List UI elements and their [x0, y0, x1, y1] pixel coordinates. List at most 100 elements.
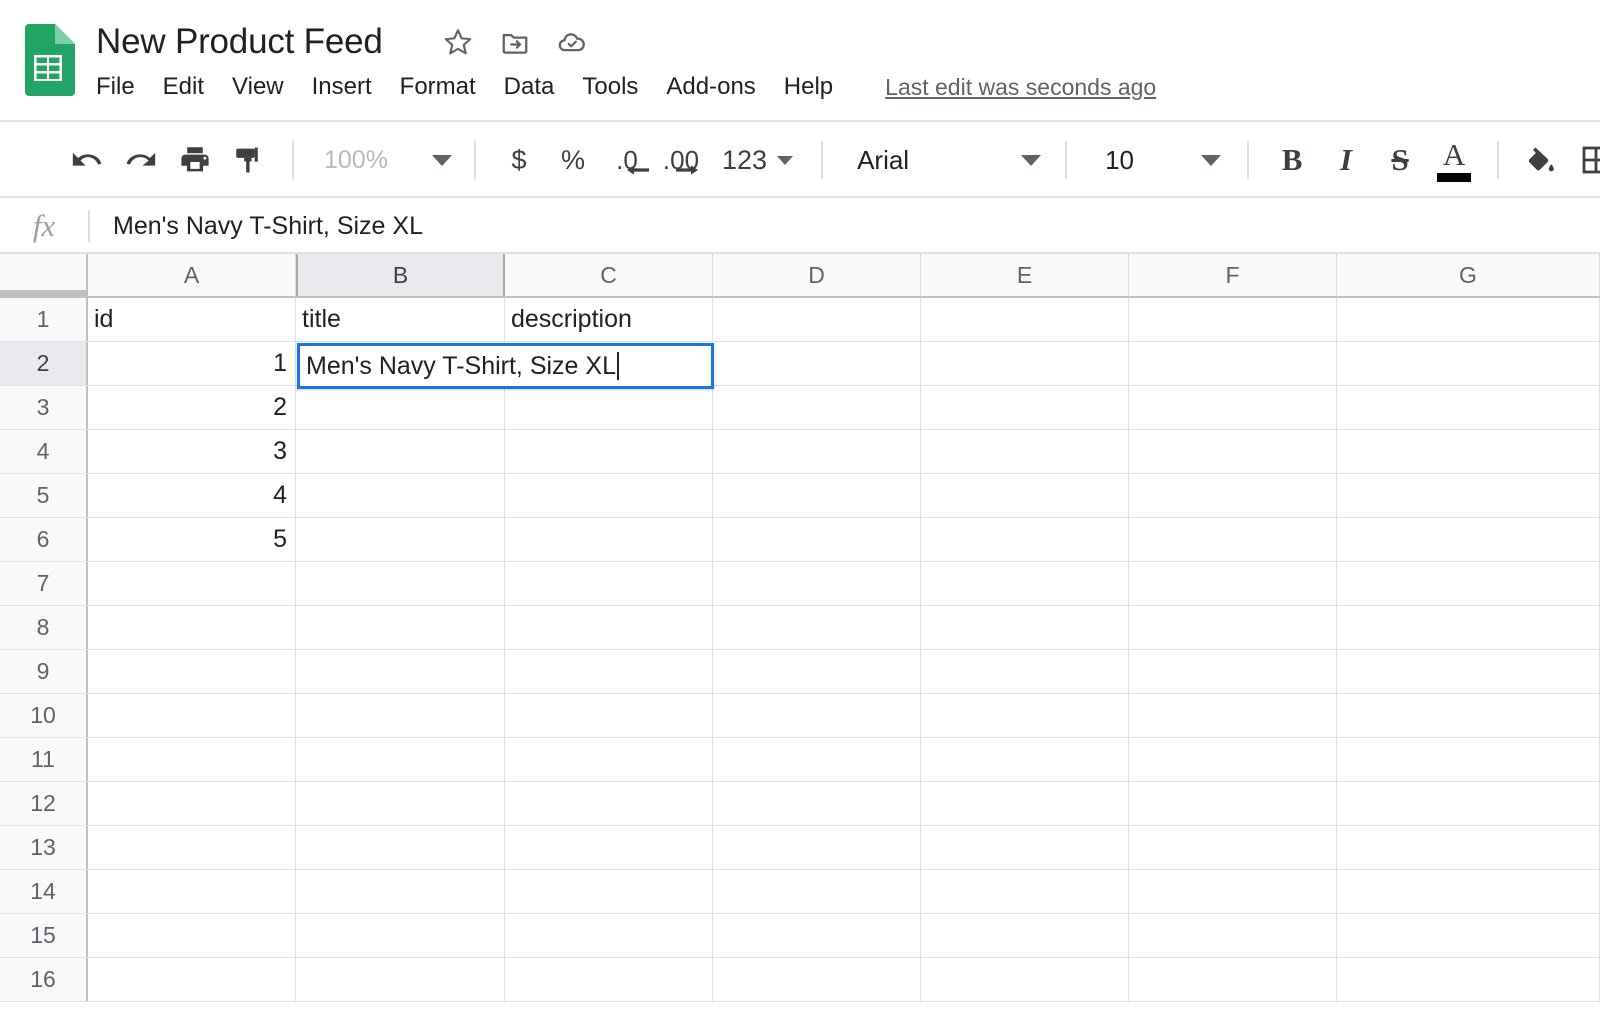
cell-E10[interactable] — [921, 694, 1129, 737]
cell-E6[interactable] — [921, 518, 1129, 561]
cell-B14[interactable] — [296, 870, 505, 913]
column-header-a[interactable]: A — [88, 254, 296, 296]
cell-C1[interactable]: description — [505, 298, 713, 341]
cell-G6[interactable] — [1337, 518, 1600, 561]
cell-F12[interactable] — [1129, 782, 1337, 825]
cell-B11[interactable] — [296, 738, 505, 781]
cell-B5[interactable] — [296, 474, 505, 517]
cell-B16[interactable] — [296, 958, 505, 1001]
percent-format-button[interactable]: % — [546, 133, 600, 187]
row-header-3[interactable]: 3 — [0, 386, 88, 429]
cloud-saved-icon[interactable] — [557, 27, 587, 57]
row-header-9[interactable]: 9 — [0, 650, 88, 693]
cell-F11[interactable] — [1129, 738, 1337, 781]
cell-E9[interactable] — [921, 650, 1129, 693]
bold-button[interactable]: B — [1265, 133, 1319, 187]
column-header-d[interactable]: D — [713, 254, 921, 296]
cell-F6[interactable] — [1129, 518, 1337, 561]
column-header-g[interactable]: G — [1337, 254, 1600, 296]
cell-C5[interactable] — [505, 474, 713, 517]
cell-D16[interactable] — [713, 958, 921, 1001]
cell-E3[interactable] — [921, 386, 1129, 429]
cell-C12[interactable] — [505, 782, 713, 825]
menu-item-edit[interactable]: Edit — [149, 71, 218, 103]
cell-F5[interactable] — [1129, 474, 1337, 517]
cell-A1[interactable]: id — [88, 298, 296, 341]
undo-icon[interactable] — [60, 133, 114, 187]
row-header-8[interactable]: 8 — [0, 606, 88, 649]
cell-E11[interactable] — [921, 738, 1129, 781]
cell-G12[interactable] — [1337, 782, 1600, 825]
row-header-7[interactable]: 7 — [0, 562, 88, 605]
column-header-e[interactable]: E — [921, 254, 1129, 296]
row-header-14[interactable]: 14 — [0, 870, 88, 913]
cell-G16[interactable] — [1337, 958, 1600, 1001]
cell-E12[interactable] — [921, 782, 1129, 825]
print-icon[interactable] — [168, 133, 222, 187]
cell-G13[interactable] — [1337, 826, 1600, 869]
cell-E16[interactable] — [921, 958, 1129, 1001]
column-header-c[interactable]: C — [505, 254, 713, 296]
cell-F10[interactable] — [1129, 694, 1337, 737]
menu-item-format[interactable]: Format — [386, 71, 490, 103]
cell-D1[interactable] — [713, 298, 921, 341]
cell-B7[interactable] — [296, 562, 505, 605]
cell-A4[interactable]: 3 — [88, 430, 296, 473]
cell-C8[interactable] — [505, 606, 713, 649]
cell-C15[interactable] — [505, 914, 713, 957]
cell-E4[interactable] — [921, 430, 1129, 473]
cell-C7[interactable] — [505, 562, 713, 605]
cell-D3[interactable] — [713, 386, 921, 429]
font-family-select[interactable]: Arial — [839, 145, 1049, 176]
cell-C9[interactable] — [505, 650, 713, 693]
font-size-select[interactable]: 10 — [1083, 145, 1231, 176]
cell-C4[interactable] — [505, 430, 713, 473]
currency-format-button[interactable]: $ — [492, 133, 546, 187]
cell-B6[interactable] — [296, 518, 505, 561]
cell-D8[interactable] — [713, 606, 921, 649]
cell-D13[interactable] — [713, 826, 921, 869]
cell-D14[interactable] — [713, 870, 921, 913]
italic-button[interactable]: I — [1319, 133, 1373, 187]
cell-F9[interactable] — [1129, 650, 1337, 693]
cell-F14[interactable] — [1129, 870, 1337, 913]
cell-F7[interactable] — [1129, 562, 1337, 605]
cell-E13[interactable] — [921, 826, 1129, 869]
row-header-16[interactable]: 16 — [0, 958, 88, 1001]
number-format-select[interactable]: 123 — [716, 145, 799, 176]
cell-E2[interactable] — [921, 342, 1129, 385]
menu-item-insert[interactable]: Insert — [298, 71, 386, 103]
increase-decimal-button[interactable]: .00 — [654, 133, 708, 187]
cell-editor-b2[interactable]: Men's Navy T-Shirt, Size XL — [297, 343, 714, 389]
cell-G10[interactable] — [1337, 694, 1600, 737]
cell-A10[interactable] — [88, 694, 296, 737]
cell-C13[interactable] — [505, 826, 713, 869]
cell-F16[interactable] — [1129, 958, 1337, 1001]
last-edit-status[interactable]: Last edit was seconds ago — [885, 74, 1156, 101]
cell-G8[interactable] — [1337, 606, 1600, 649]
cell-D7[interactable] — [713, 562, 921, 605]
cell-B3[interactable] — [296, 386, 505, 429]
cell-B1[interactable]: title — [296, 298, 505, 341]
cell-D4[interactable] — [713, 430, 921, 473]
select-all-corner[interactable] — [0, 254, 88, 296]
page-title[interactable]: New Product Feed — [96, 22, 383, 62]
cell-C6[interactable] — [505, 518, 713, 561]
cell-G7[interactable] — [1337, 562, 1600, 605]
cell-G15[interactable] — [1337, 914, 1600, 957]
menu-item-addons[interactable]: Add-ons — [652, 71, 769, 103]
text-color-button[interactable]: A — [1427, 133, 1481, 187]
cell-F3[interactable] — [1129, 386, 1337, 429]
cell-A7[interactable] — [88, 562, 296, 605]
fx-icon[interactable]: fx — [0, 208, 88, 244]
redo-icon[interactable] — [114, 133, 168, 187]
row-header-1[interactable]: 1 — [0, 298, 88, 341]
column-header-b[interactable]: B — [296, 254, 505, 296]
menu-item-tools[interactable]: Tools — [568, 71, 652, 103]
row-header-13[interactable]: 13 — [0, 826, 88, 869]
cell-C11[interactable] — [505, 738, 713, 781]
cell-E14[interactable] — [921, 870, 1129, 913]
cell-D9[interactable] — [713, 650, 921, 693]
cell-D2[interactable] — [713, 342, 921, 385]
cell-D12[interactable] — [713, 782, 921, 825]
